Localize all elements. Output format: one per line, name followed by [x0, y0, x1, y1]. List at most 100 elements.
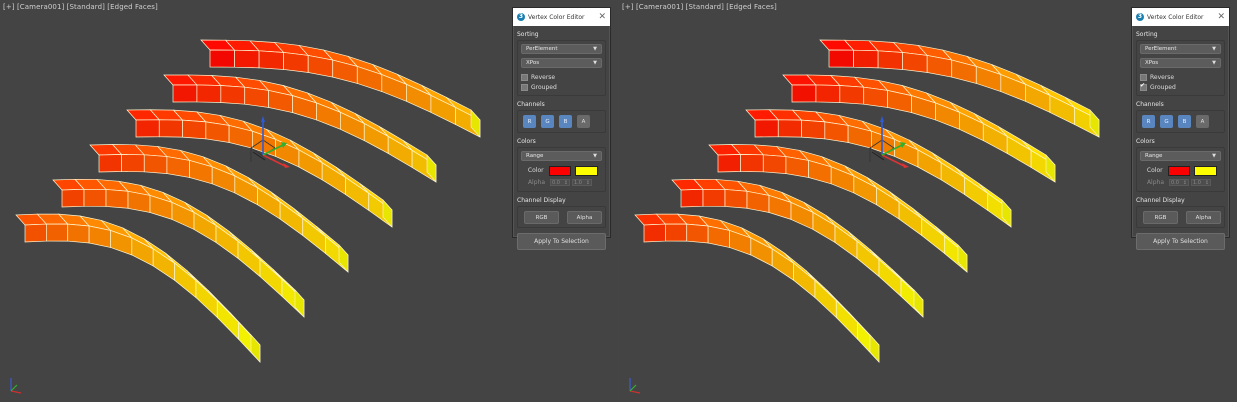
- alpha-end-spinner[interactable]: 1.0 ↕: [572, 179, 592, 186]
- channel-a-button[interactable]: A: [1196, 115, 1209, 128]
- chevron-down-icon: ▼: [1212, 153, 1216, 159]
- reverse-option[interactable]: Reverse: [521, 72, 602, 82]
- reverse-option[interactable]: Reverse: [1140, 72, 1221, 82]
- stair-tile-front: [863, 86, 888, 108]
- color-start-swatch[interactable]: [1167, 165, 1191, 176]
- alpha-end-spinner[interactable]: 1.0 ↕: [1191, 179, 1211, 186]
- display-alpha-button[interactable]: Alpha: [1186, 211, 1221, 224]
- channel-display-heading: Channel Display: [517, 197, 566, 204]
- stair-tile-front: [61, 188, 85, 208]
- viewport-label[interactable]: [+] [Camera001] [Standard] [Edged Faces]: [3, 3, 158, 11]
- color-mode-value: Range: [1145, 153, 1163, 159]
- stair-tile-front: [791, 84, 817, 103]
- stair-tile-front: [902, 52, 928, 73]
- stair-tile-front: [258, 50, 284, 70]
- grouped-option[interactable]: Grouped: [1140, 82, 1221, 92]
- stair-tile-front: [815, 84, 841, 103]
- close-icon[interactable]: ✕: [1217, 12, 1225, 22]
- color-end-swatch[interactable]: [1194, 165, 1217, 176]
- stair-tile-front: [680, 188, 704, 208]
- spinner-arrows-icon: ↕: [585, 179, 590, 186]
- max-logo-icon: 3: [1136, 13, 1144, 21]
- viewport-right[interactable]: [+] [Camera001] [Standard] [Edged Faces]…: [619, 0, 1237, 402]
- sort-axis-dropdown[interactable]: XPos ▼: [521, 58, 602, 68]
- chevron-down-icon: ▼: [593, 46, 597, 52]
- stair-tile-front: [835, 299, 858, 341]
- stair-tile-front: [105, 189, 129, 209]
- channel-g-button[interactable]: G: [541, 115, 554, 128]
- display-alpha-button[interactable]: Alpha: [567, 211, 602, 224]
- stair-tile-front: [98, 154, 122, 173]
- display-rgb-button[interactable]: RGB: [524, 211, 559, 224]
- stair-tile-front: [24, 223, 47, 243]
- reverse-label: Reverse: [531, 73, 556, 81]
- reverse-label: Reverse: [1150, 73, 1175, 81]
- reverse-checkbox[interactable]: [1140, 73, 1147, 81]
- stair-tile-front: [921, 217, 945, 255]
- stair-tile-front: [182, 119, 207, 140]
- stair-tile-front: [740, 154, 764, 173]
- stair-tile-front: [67, 223, 90, 244]
- viewport-label[interactable]: [+] [Camera001] [Standard] [Edged Faces]: [622, 3, 777, 11]
- channel-r-button[interactable]: R: [1142, 115, 1155, 128]
- sorting-heading: Sorting: [517, 31, 539, 38]
- spinner-arrows-icon: ↕: [563, 179, 568, 186]
- stair-tile-front: [665, 223, 688, 242]
- stair-tile-front: [801, 119, 826, 140]
- panel-titlebar[interactable]: 3 Vertex Color Editor ✕: [1132, 8, 1229, 26]
- channel-b-button[interactable]: B: [1178, 115, 1191, 128]
- channels-group: R G B A: [517, 110, 606, 133]
- chevron-down-icon: ▼: [1212, 46, 1216, 52]
- channel-g-button[interactable]: G: [1160, 115, 1173, 128]
- stair-tile-front: [283, 52, 309, 73]
- color-start-swatch[interactable]: [548, 165, 572, 176]
- viewport-left[interactable]: [+] [Camera001] [Standard] [Edged Faces]…: [0, 0, 618, 402]
- sort-mode-dropdown[interactable]: PerElement ▼: [1140, 44, 1221, 54]
- alpha-start-spinner[interactable]: 0.0 ↕: [550, 179, 570, 186]
- reverse-checkbox[interactable]: [521, 73, 528, 81]
- chevron-down-icon: ▼: [593, 153, 597, 159]
- sorting-group: PerElement ▼ XPos ▼ Reverse Grouped: [1136, 40, 1225, 96]
- apply-to-selection-button[interactable]: Apply To Selection: [517, 233, 606, 250]
- alpha-label: Alpha: [1146, 179, 1164, 186]
- channel-r-button[interactable]: R: [523, 115, 536, 128]
- stair-tile-front: [828, 49, 854, 68]
- color-end-swatch[interactable]: [575, 165, 598, 176]
- sort-axis-dropdown[interactable]: XPos ▼: [1140, 58, 1221, 68]
- sort-axis-value: XPos: [526, 60, 540, 66]
- sort-mode-dropdown[interactable]: PerElement ▼: [521, 44, 602, 54]
- grouped-checkbox[interactable]: [1140, 82, 1147, 91]
- stair-tile-front: [234, 49, 260, 69]
- grouped-option[interactable]: Grouped: [521, 82, 602, 92]
- panel-titlebar[interactable]: 3 Vertex Color Editor ✕: [513, 8, 610, 26]
- stair-tile-front: [878, 258, 902, 298]
- stair-tile-front: [686, 223, 709, 244]
- stair-tile-front: [777, 119, 802, 138]
- display-rgb-button[interactable]: RGB: [1143, 211, 1178, 224]
- color-mode-dropdown[interactable]: Range ▼: [521, 151, 602, 161]
- stair-tile-front: [209, 49, 235, 68]
- channel-display-heading: Channel Display: [1136, 197, 1185, 204]
- channel-display-group: RGB Alpha: [1136, 206, 1225, 228]
- channel-a-button[interactable]: A: [577, 115, 590, 128]
- spinner-arrows-icon: ↕: [1204, 179, 1209, 186]
- channel-b-button[interactable]: B: [559, 115, 572, 128]
- channels-heading: Channels: [1136, 101, 1164, 108]
- sort-axis-value: XPos: [1145, 60, 1159, 66]
- stair-tile-front: [143, 154, 168, 174]
- world-axis-icon: [629, 378, 641, 394]
- grouped-checkbox[interactable]: [521, 83, 528, 91]
- vertex-color-editor-panel: 3 Vertex Color Editor ✕ Sorting PerEleme…: [1131, 7, 1230, 250]
- stair-tile-front: [877, 50, 903, 70]
- stair-tile-front: [259, 258, 283, 298]
- color-mode-dropdown[interactable]: Range ▼: [1140, 151, 1221, 161]
- close-icon[interactable]: ✕: [598, 12, 606, 22]
- spinner-arrows-icon: ↕: [1182, 179, 1187, 186]
- alpha-end-value: 1.0: [574, 179, 582, 186]
- stair-tile-front: [302, 217, 326, 255]
- stair-tile-front: [237, 240, 261, 278]
- vertex-color-editor-panel: 3 Vertex Color Editor ✕ Sorting PerEleme…: [512, 7, 611, 250]
- apply-to-selection-button[interactable]: Apply To Selection: [1136, 233, 1225, 250]
- stair-tile-front: [135, 119, 160, 138]
- alpha-start-spinner[interactable]: 0.0 ↕: [1169, 179, 1189, 186]
